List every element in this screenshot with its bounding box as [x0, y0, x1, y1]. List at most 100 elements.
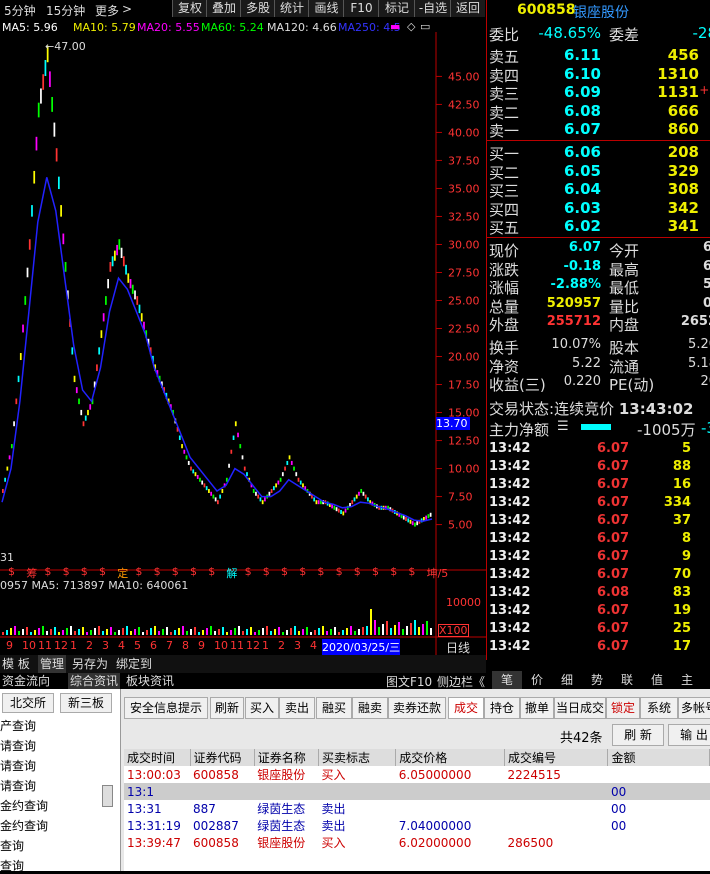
trade-toolbar-button[interactable]: 融买: [316, 697, 352, 719]
quote-detail-tab[interactable]: 主: [672, 671, 702, 689]
event-marker[interactable]: $: [245, 565, 252, 578]
table-row[interactable]: 13:31:19 002887 绿茵生态 卖出 7.04000000 00: [124, 817, 710, 834]
event-marker[interactable]: $: [208, 565, 215, 578]
export-button[interactable]: 输 出: [668, 724, 710, 746]
query-menu-item[interactable]: 查询: [0, 837, 24, 854]
chart-bottom-tab[interactable]: 模 板: [0, 655, 32, 673]
market-tab[interactable]: 新三板: [60, 693, 112, 713]
toolbar-button[interactable]: F10: [343, 0, 379, 17]
more-periods-button[interactable]: 更多: [95, 2, 119, 19]
ask-row[interactable]: 卖二 6.08 666: [489, 102, 710, 122]
menu-scrollbar[interactable]: [102, 785, 113, 807]
toolbar-button[interactable]: 返回: [450, 0, 485, 17]
event-marker[interactable]: $: [190, 565, 197, 578]
bid-row[interactable]: 买一 6.06 208: [489, 143, 710, 163]
column-header[interactable]: 证券名称: [254, 749, 320, 766]
toolbar-button[interactable]: 叠加: [206, 0, 241, 17]
toolbar-button[interactable]: 统计: [274, 0, 309, 17]
query-menu-item[interactable]: 金约查询: [0, 797, 48, 814]
event-marker[interactable]: $: [99, 565, 106, 578]
event-marker[interactable]: $: [336, 565, 343, 578]
table-row[interactable]: 13:1 00: [124, 783, 710, 800]
event-marker[interactable]: $: [81, 565, 88, 578]
event-marker[interactable]: $: [299, 565, 306, 578]
query-menu-item[interactable]: 查询: [0, 857, 24, 874]
daily-line-button[interactable]: 日线: [446, 639, 470, 656]
toolbar-button[interactable]: -自选: [414, 0, 451, 17]
trade-toolbar-button[interactable]: 买入: [245, 697, 279, 719]
column-header[interactable]: 金额: [607, 749, 710, 766]
info-tab[interactable]: 板块资讯: [124, 673, 176, 689]
event-marker[interactable]: $: [172, 565, 179, 578]
event-marker[interactable]: $: [372, 565, 379, 578]
toolbar-button[interactable]: 标记: [378, 0, 415, 17]
info-tab[interactable]: 资金流向: [0, 673, 52, 689]
chart-bottom-tab[interactable]: 管理: [38, 655, 67, 673]
list-icon[interactable]: ☰: [557, 419, 569, 434]
quote-detail-tab[interactable]: 笔: [492, 671, 522, 689]
trade-toolbar-button[interactable]: 安全信息提示: [124, 697, 208, 719]
sidebar-toggle[interactable]: 侧边栏《: [437, 673, 485, 690]
trade-toolbar-button[interactable]: 融卖: [352, 697, 388, 719]
market-tab[interactable]: 北交所: [2, 693, 54, 713]
table-row[interactable]: 13:39:47 600858 银座股份 买入 6.02000000 286500: [124, 834, 710, 851]
bid-row[interactable]: 买五 6.02 341: [489, 217, 710, 237]
refresh-button[interactable]: 刷 新: [612, 724, 664, 746]
toolbar-button[interactable]: 多股: [240, 0, 275, 17]
column-header[interactable]: 成交编号: [504, 749, 609, 766]
ask-row[interactable]: 卖五 6.11 456: [489, 46, 710, 66]
query-menu-item[interactable]: 金约查询: [0, 817, 48, 834]
bid-row[interactable]: 买二 6.05 329: [489, 162, 710, 182]
event-marker[interactable]: $: [135, 565, 142, 578]
bid-row[interactable]: 买三 6.04 308: [489, 180, 710, 200]
event-marker[interactable]: $: [354, 565, 361, 578]
trade-toolbar-button[interactable]: 卖出: [279, 697, 315, 719]
table-row[interactable]: 13:00:03 600858 银座股份 买入 6.05000000 2224515: [124, 766, 710, 783]
query-menu-item[interactable]: 产查询: [0, 717, 36, 734]
trade-toolbar-button[interactable]: 锁定: [606, 697, 640, 719]
trade-toolbar-button[interactable]: 撤单: [520, 697, 554, 719]
column-header[interactable]: 买卖标志: [318, 749, 397, 766]
trade-toolbar-button[interactable]: 当日成交: [554, 697, 606, 719]
info-tab[interactable]: 综合资讯: [68, 673, 121, 689]
trade-toolbar-button[interactable]: 刷新: [210, 697, 244, 719]
quote-detail-tab[interactable]: 值: [642, 671, 672, 689]
event-marker[interactable]: $: [8, 565, 15, 578]
event-marker[interactable]: $: [317, 565, 324, 578]
trade-toolbar-button[interactable]: 系统: [640, 697, 678, 719]
period-15m-tab[interactable]: 15分钟: [46, 2, 85, 19]
ask-row[interactable]: 卖三6.091131+3: [489, 83, 710, 103]
event-marker[interactable]: $: [408, 565, 415, 578]
kline-chart[interactable]: 45.0042.5040.0037.5035.0032.5030.0027.50…: [0, 32, 486, 655]
chart-bottom-tab[interactable]: 另存为: [70, 655, 110, 673]
toolbar-button[interactable]: 画线: [308, 0, 344, 17]
column-header[interactable]: 成交时间: [124, 749, 191, 766]
toolbar-button[interactable]: 复权: [172, 0, 207, 17]
event-marker[interactable]: $: [263, 565, 270, 578]
ask-row[interactable]: 卖四 6.10 1310: [489, 65, 710, 85]
event-marker[interactable]: $: [63, 565, 70, 578]
quote-detail-tab[interactable]: 细: [552, 671, 582, 689]
event-marker[interactable]: $: [154, 565, 161, 578]
trade-toolbar-button[interactable]: 成交: [448, 697, 484, 719]
ask-row[interactable]: 卖一 6.07 860: [489, 120, 710, 140]
event-marker[interactable]: $: [44, 565, 51, 578]
event-marker[interactable]: 坤/5: [427, 565, 449, 581]
quote-detail-tab[interactable]: 势: [582, 671, 612, 689]
query-menu-item[interactable]: 请查询: [0, 737, 36, 754]
trade-toolbar-button[interactable]: 卖券还款: [388, 697, 446, 719]
table-row[interactable]: 13:31 887 绿茵生态 卖出 00: [124, 800, 710, 817]
period-5m-tab[interactable]: 5分钟: [4, 2, 36, 19]
trade-toolbar-button[interactable]: 持仓: [484, 697, 520, 719]
chart-bottom-tab[interactable]: 绑定到: [114, 655, 154, 673]
column-header[interactable]: 证券代码: [190, 749, 255, 766]
bid-row[interactable]: 买四 6.03 342: [489, 199, 710, 219]
event-marker[interactable]: $: [281, 565, 288, 578]
trade-toolbar-button[interactable]: 多帐号: [678, 697, 710, 719]
quote-detail-tab[interactable]: 价: [522, 671, 552, 689]
quote-detail-tab[interactable]: 联: [612, 671, 642, 689]
event-marker[interactable]: $: [390, 565, 397, 578]
event-marker[interactable]: 解: [226, 565, 237, 581]
f10-button[interactable]: 图文F10: [386, 673, 432, 690]
column-header[interactable]: 成交价格: [395, 749, 505, 766]
